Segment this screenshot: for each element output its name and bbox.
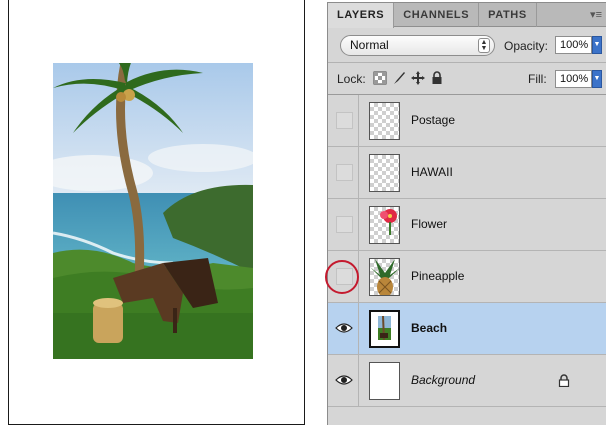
visibility-toggle[interactable] [328,303,359,354]
lock-position-icon[interactable] [411,71,425,85]
fill-label: Fill: [528,72,547,86]
lock-label: Lock: [337,72,366,86]
beach-thumbnail-icon [378,315,391,341]
visibility-off-icon [336,164,353,181]
layer-thumbnail [369,154,400,192]
stepper-icon: ▲ ▼ [478,38,490,53]
visibility-toggle[interactable] [328,199,359,250]
opacity-dropdown-icon[interactable]: ▼ [592,36,602,54]
lock-paint-icon[interactable] [392,71,406,85]
layer-thumbnail [369,258,400,296]
layer-name: HAWAII [411,165,453,179]
blend-mode-select[interactable]: Normal ▲ ▼ [340,35,495,56]
panel-tabs: LAYERS CHANNELS PATHS ▾≡ [328,3,606,28]
lock-transparency-icon[interactable] [373,71,387,85]
opacity-label: Opacity: [504,39,549,53]
pineapple-thumbnail-icon [370,259,399,295]
blend-options-row: Normal ▲ ▼ Opacity: 100% ▼ [328,27,606,63]
tab-paths[interactable]: PATHS [479,3,537,27]
layer-thumbnail [369,362,400,400]
beach-photo [53,63,253,359]
layer-lock-icon [558,374,570,387]
visibility-toggle[interactable] [328,355,359,406]
lock-all-icon[interactable] [430,71,444,85]
layer-name: Flower [411,217,448,231]
blend-mode-value: Normal [350,38,389,52]
highlight-circle [325,260,359,294]
layer-name: Pineapple [411,269,465,283]
eye-icon [335,375,353,385]
panel-menu-icon[interactable]: ▾≡ [590,8,602,21]
layer-pineapple[interactable]: Pineapple [328,251,606,303]
tab-layers[interactable]: LAYERS [328,3,395,28]
layer-list: Postage HAWAII Flower Pineapple Beach Ba… [328,95,606,407]
photoshop-workspace: LAYERS CHANNELS PATHS ▾≡ Normal ▲ ▼ Opaci… [0,0,606,425]
layer-thumbnail [369,206,400,244]
fill-dropdown-icon[interactable]: ▼ [592,70,602,88]
layer-thumbnail [369,310,400,348]
flower-thumbnail-icon [380,209,397,235]
eye-icon [335,323,353,333]
fill-field[interactable]: 100% [555,70,592,88]
visibility-toggle[interactable] [328,147,359,198]
layer-name: Beach [411,321,448,335]
lock-fill-row: Lock: Fill: 100% ▼ [328,63,606,95]
layers-panel: LAYERS CHANNELS PATHS ▾≡ Normal ▲ ▼ Opaci… [327,2,606,425]
layer-postage[interactable]: Postage [328,95,606,147]
opacity-field[interactable]: 100% [555,36,592,54]
layer-thumbnail [369,102,400,140]
document-canvas[interactable] [8,0,305,425]
layer-beach[interactable]: Beach [328,303,606,355]
visibility-off-icon [336,216,353,233]
layer-hawaii[interactable]: HAWAII [328,147,606,199]
layer-name: Background [411,373,476,387]
visibility-toggle[interactable] [328,95,359,146]
layer-flower[interactable]: Flower [328,199,606,251]
visibility-off-icon [336,112,353,129]
tab-channels[interactable]: CHANNELS [394,3,480,27]
layer-background[interactable]: Background [328,355,606,407]
layer-name: Postage [411,113,456,127]
